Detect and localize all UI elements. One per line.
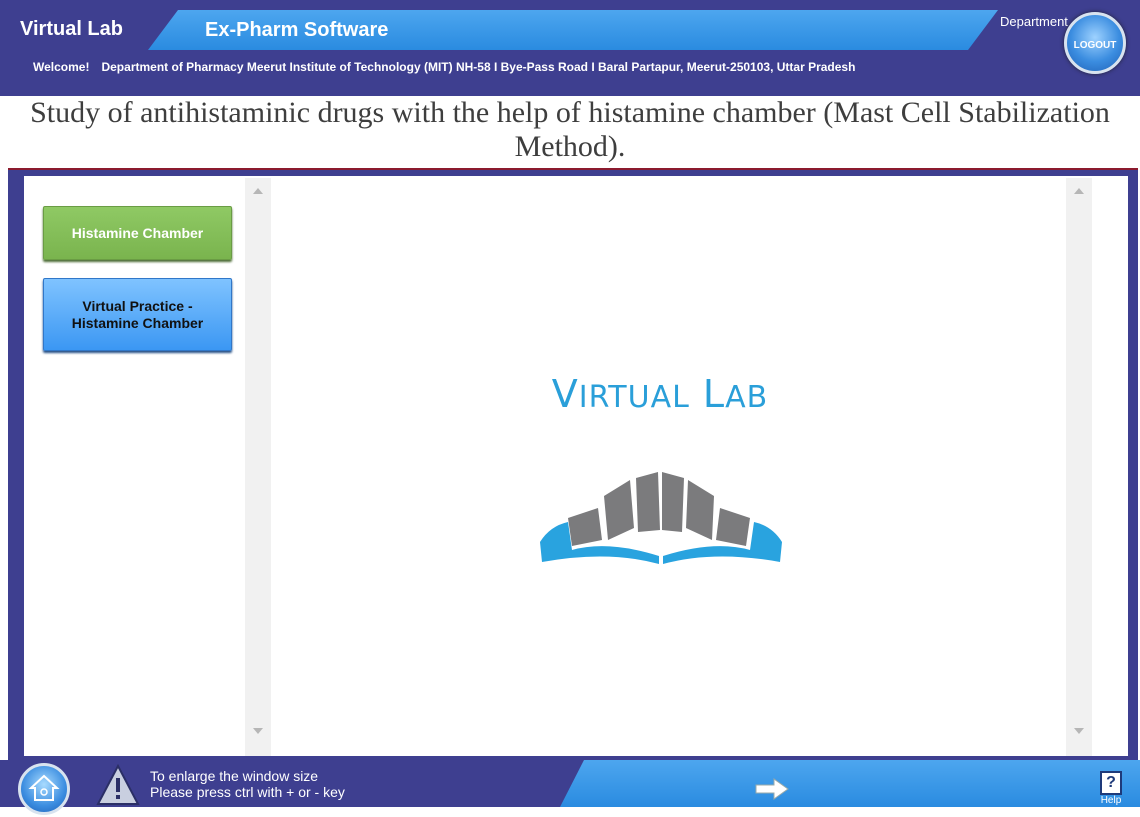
- scroll-down-arrow-icon[interactable]: [1074, 728, 1084, 734]
- next-arrow-icon[interactable]: [754, 777, 790, 801]
- enlarge-hint-line1: To enlarge the window size: [150, 768, 319, 784]
- logo-word: IRTUAL: [578, 380, 690, 415]
- welcome-text: Department of Pharmacy Meerut Institute …: [101, 60, 856, 74]
- logo-letter: L: [702, 372, 726, 416]
- welcome-label: Welcome!: [33, 60, 90, 74]
- virtual-lab-logo-text: VIRTUAL LAB: [500, 372, 820, 416]
- virtual-practice-button[interactable]: Virtual Practice - Histamine Chamber: [43, 278, 232, 351]
- help-label: Help: [1100, 795, 1122, 806]
- scroll-up-arrow-icon[interactable]: [1074, 188, 1084, 194]
- enlarge-hint: To enlarge the window size Please press …: [150, 768, 345, 800]
- page-title: Study of antihistaminic drugs with the h…: [30, 96, 1110, 163]
- bottom-nav-strip: [560, 760, 1140, 807]
- logo-letter: V: [551, 372, 579, 416]
- scroll-up-arrow-icon[interactable]: [253, 188, 263, 194]
- content-panel: [24, 176, 1128, 756]
- brand-title: Virtual Lab: [20, 18, 123, 40]
- histamine-chamber-button[interactable]: Histamine Chamber: [43, 206, 232, 260]
- logo-word: AB: [725, 380, 769, 415]
- sidebar-scrollbar[interactable]: [245, 178, 271, 756]
- welcome-bar: Welcome! Department of Pharmacy Meerut In…: [33, 60, 1123, 74]
- department-label: Department: [1000, 14, 1068, 29]
- open-book-logo-icon: [540, 472, 782, 564]
- content-scrollbar[interactable]: [1066, 178, 1092, 756]
- enlarge-hint-line2: Please press ctrl with + or - key: [150, 784, 345, 800]
- help-icon: ?: [1100, 771, 1122, 795]
- scroll-down-arrow-icon[interactable]: [253, 728, 263, 734]
- warning-icon: [96, 764, 140, 805]
- help-button[interactable]: ? Help: [1096, 771, 1126, 807]
- app-title: Ex-Pharm Software: [205, 19, 389, 41]
- home-button[interactable]: [18, 763, 70, 815]
- home-icon: [28, 774, 60, 801]
